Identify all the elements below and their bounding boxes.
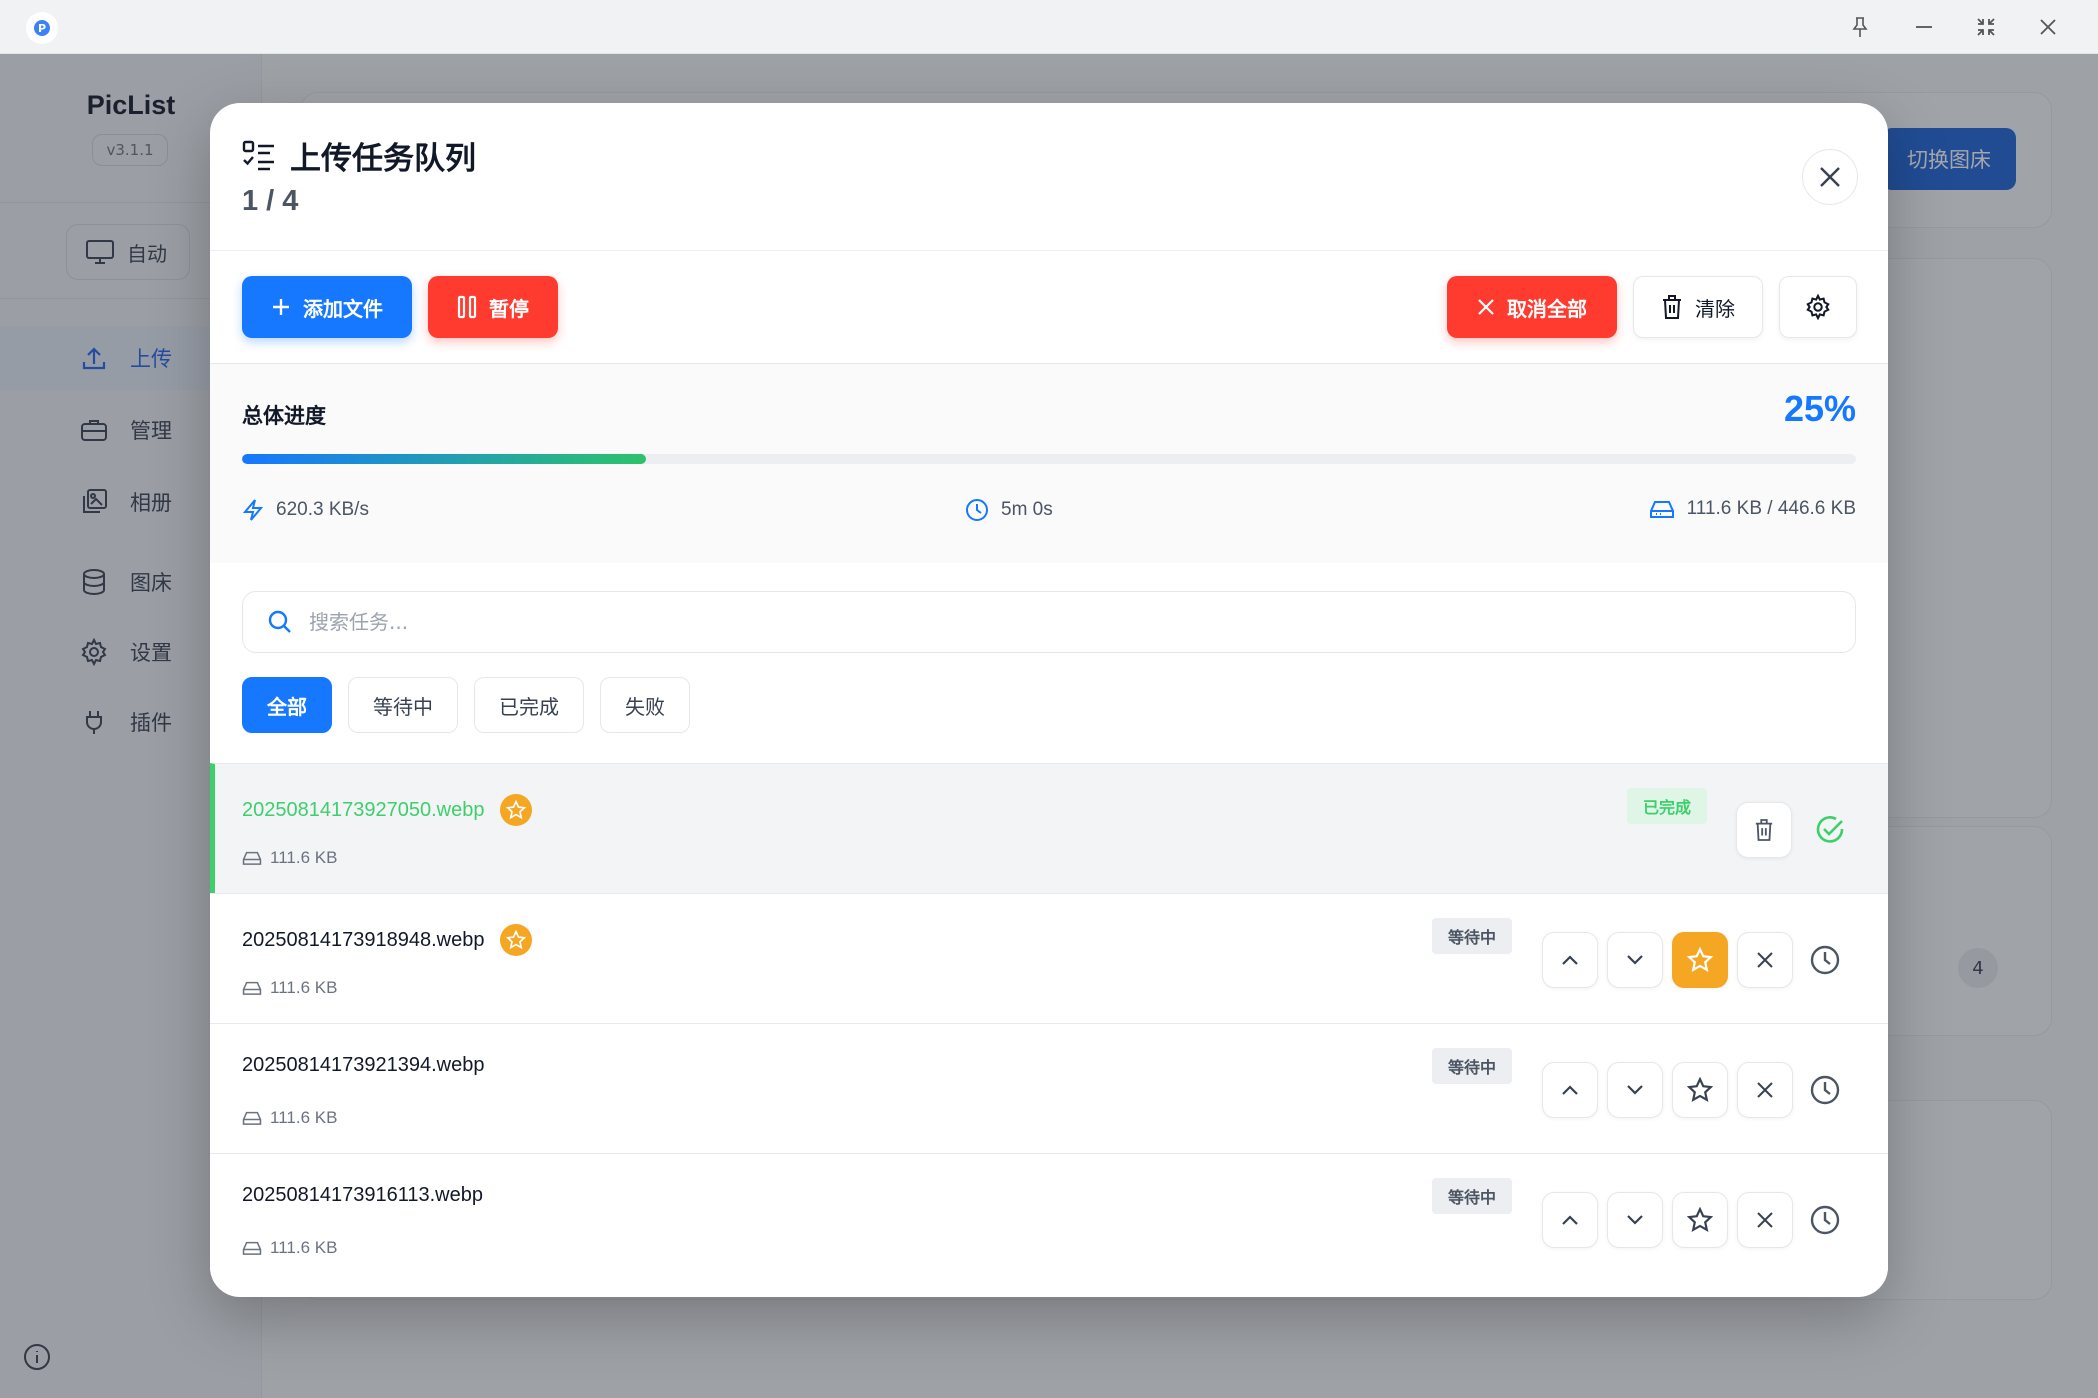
- task-filename: 20250814173921394.webp: [242, 1054, 485, 1076]
- drive-icon: [242, 1111, 262, 1125]
- clock-icon: [1807, 1202, 1843, 1238]
- drive-icon: [242, 851, 262, 865]
- minimize-icon[interactable]: [1906, 12, 1942, 42]
- filter-waiting[interactable]: 等待中: [348, 677, 458, 733]
- move-down-button[interactable]: [1607, 1062, 1663, 1118]
- gear-icon: [1806, 294, 1830, 320]
- x-icon: [1757, 1212, 1773, 1228]
- star-icon: [1687, 1077, 1713, 1103]
- favorite-star-icon: [500, 924, 533, 956]
- move-up-button[interactable]: [1542, 1192, 1598, 1248]
- close-icon: [1820, 167, 1840, 187]
- filter-completed[interactable]: 已完成: [474, 677, 584, 733]
- progress-bar-fill: [242, 454, 646, 464]
- check-circle-icon: [1812, 812, 1848, 848]
- cancel-task-button[interactable]: [1737, 1192, 1793, 1248]
- progress-bar: [242, 454, 1856, 464]
- modal-header: 上传任务队列 1 / 4: [210, 103, 1888, 251]
- task-size: 111.6 KB: [270, 1108, 338, 1127]
- status-badge: 等待中: [1432, 1048, 1513, 1084]
- cancel-all-button[interactable]: 取消全部: [1447, 276, 1617, 338]
- filter-all[interactable]: 全部: [242, 677, 332, 733]
- modal-close-button[interactable]: [1802, 149, 1858, 205]
- drive-icon: [242, 981, 262, 995]
- delete-task-button[interactable]: [1736, 802, 1792, 858]
- status-badge: 等待中: [1432, 1178, 1513, 1214]
- plus-icon: [273, 299, 289, 315]
- drive-icon: [242, 1241, 262, 1255]
- lightning-icon: [242, 499, 264, 521]
- task-row: 20250814173916113.webp 111.6 KB 等待中: [210, 1153, 1888, 1283]
- status-badge: 等待中: [1432, 918, 1513, 954]
- task-size: 111.6 KB: [270, 1238, 338, 1257]
- move-up-button[interactable]: [1542, 1062, 1598, 1118]
- add-files-button[interactable]: 添加文件: [242, 276, 412, 338]
- task-row: 20250814173921394.webp 111.6 KB 等待中: [210, 1023, 1888, 1153]
- clock-icon: [1807, 942, 1843, 978]
- upload-queue-modal: 上传任务队列 1 / 4 添加文件 暂停 取消全部 清除 总体进度 25% 62…: [210, 103, 1888, 1297]
- favorite-button[interactable]: [1672, 1062, 1728, 1118]
- star-icon: [1687, 1207, 1713, 1233]
- clear-button[interactable]: 清除: [1633, 276, 1763, 338]
- trash-icon: [1663, 295, 1681, 319]
- clock-icon: [966, 499, 988, 521]
- task-row: 20250814173927050.webp 111.6 KB 已完成: [210, 763, 1888, 893]
- pause-icon: [457, 295, 477, 319]
- x-icon: [1757, 952, 1773, 968]
- favorite-star-icon: [500, 794, 533, 826]
- task-filename: 20250814173918948.webp: [242, 928, 485, 951]
- chevron-down-icon: [1627, 955, 1643, 965]
- progress-percent: 25%: [1783, 388, 1856, 429]
- chevron-up-icon: [1562, 1085, 1578, 1095]
- task-filename: 20250814173927050.webp: [242, 798, 485, 821]
- trash-icon: [1755, 819, 1773, 841]
- modal-title: 上传任务队列: [290, 141, 476, 177]
- task-list-icon: [242, 140, 276, 172]
- move-down-button[interactable]: [1607, 1192, 1663, 1248]
- favorite-button[interactable]: [1672, 932, 1728, 988]
- cancel-task-button[interactable]: [1737, 1062, 1793, 1118]
- chevron-down-icon: [1627, 1085, 1643, 1095]
- task-row: 20250814173918948.webp 111.6 KB 等待中: [210, 893, 1888, 1023]
- title-bar: P: [0, 0, 2098, 54]
- queue-settings-button[interactable]: [1779, 276, 1857, 338]
- task-size: 111.6 KB: [270, 978, 338, 997]
- app-logo-icon: P: [26, 12, 58, 44]
- chevron-up-icon: [1562, 1215, 1578, 1225]
- progress-label: 总体进度: [242, 404, 326, 428]
- drive-icon: [1649, 501, 1674, 518]
- favorite-button[interactable]: [1672, 1192, 1728, 1248]
- move-up-button[interactable]: [1542, 932, 1598, 988]
- star-icon: [1687, 947, 1713, 973]
- transfer-size: 111.6 KB / 446.6 KB: [1649, 498, 1856, 520]
- task-filename: 20250814173916113.webp: [242, 1184, 483, 1206]
- chevron-up-icon: [1562, 955, 1578, 965]
- restore-icon[interactable]: [1968, 12, 2004, 42]
- search-input[interactable]: [309, 610, 1709, 634]
- task-counter: 1 / 4: [242, 185, 299, 217]
- time-remaining: 5m 0s: [965, 498, 1053, 522]
- upload-speed: 620.3 KB/s: [242, 498, 369, 522]
- task-size: 111.6 KB: [270, 848, 338, 867]
- pause-button[interactable]: 暂停: [428, 276, 558, 338]
- close-window-icon[interactable]: [2030, 12, 2066, 42]
- task-search[interactable]: [242, 591, 1856, 653]
- search-icon: [268, 610, 291, 633]
- pin-icon[interactable]: [1842, 12, 1878, 42]
- filter-failed[interactable]: 失败: [600, 677, 690, 733]
- clock-icon: [1807, 1072, 1843, 1108]
- status-badge: 已完成: [1627, 788, 1708, 824]
- x-icon: [1478, 299, 1494, 315]
- chevron-down-icon: [1627, 1215, 1643, 1225]
- cancel-task-button[interactable]: [1737, 932, 1793, 988]
- x-icon: [1757, 1082, 1773, 1098]
- overall-progress-section: 总体进度 25% 620.3 KB/s 5m 0s 111.6 KB / 446…: [210, 363, 1888, 563]
- move-down-button[interactable]: [1607, 932, 1663, 988]
